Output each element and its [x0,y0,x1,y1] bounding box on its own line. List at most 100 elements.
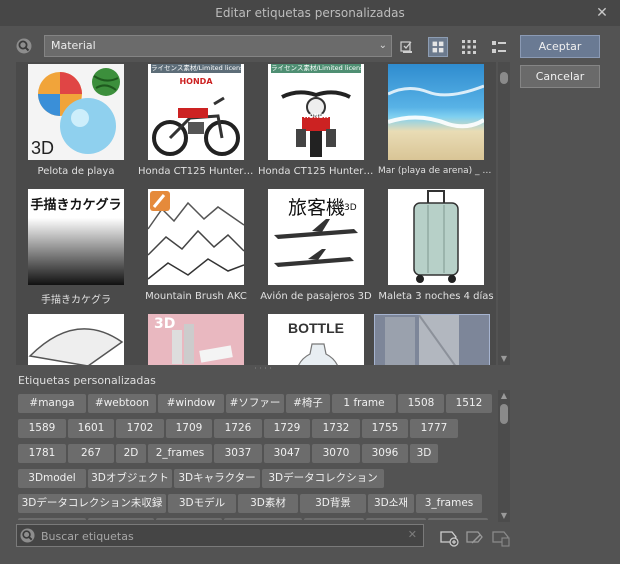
search-icon [20,528,35,543]
tag-item[interactable]: 1702 [116,419,164,438]
tag-item[interactable]: 2D [116,444,146,463]
tag-item[interactable]: 1777 [410,419,458,438]
tag-item[interactable]: 1508 [398,394,444,413]
tag-item[interactable]: 1589 [18,419,66,438]
material-item[interactable] [374,314,490,365]
tag-item[interactable]: 3Dデータコレクション [262,469,384,488]
tag-item[interactable]: 3096 [362,444,408,463]
scroll-up-icon[interactable]: ▲ [499,391,509,401]
edit-tag-icon[interactable] [464,527,486,547]
umbrella-thumbnail [28,314,124,365]
tag-item[interactable] [428,518,488,520]
close-icon[interactable]: ✕ [594,0,610,26]
tag-item[interactable]: 1709 [166,419,212,438]
tag-item[interactable]: 3Dモデル [168,494,236,513]
airplane-thumbnail: 旅客機 3D [268,189,364,285]
tag-item[interactable]: 3Dデータコレクション未収録 [18,494,166,513]
tag-item[interactable]: #椅子 [286,394,330,413]
clear-icon[interactable]: ✕ [408,528,417,541]
material-item[interactable]: 手描きカケグラ 手描きカケグラ [18,189,134,306]
material-label: Mountain Brush AKC [145,291,247,302]
tag-item[interactable]: 3Dオブジェクト [88,469,172,488]
tag-item[interactable]: #manga [18,394,86,413]
material-item[interactable]: ライセンス素材/Limited license HONDA Honda CT12… [258,64,374,177]
brand-name: HONDA [179,77,213,86]
tag-item[interactable]: 1781 [18,444,66,463]
material-item[interactable]: 旅客機 3D Avión de pasajeros 3D [258,189,374,302]
cancel-button[interactable]: Cancelar [520,65,600,88]
tag-item[interactable]: 1 frame [332,394,396,413]
tag-item[interactable]: 2_frames [148,444,212,463]
material-item[interactable]: Mountain Brush AKC [138,189,254,302]
tags-scrollbar[interactable]: ▲ ▼ [498,390,510,522]
material-item[interactable]: Mar (playa de arena) _ Medio [378,64,494,176]
material-item[interactable]: 3D Pelota de playa [18,64,134,177]
suitcase-thumbnail [388,189,484,285]
scrollbar-thumb[interactable] [500,404,508,424]
tag-search-input[interactable] [39,527,403,546]
add-tag-icon[interactable] [438,527,460,547]
material-label: Pelota de playa [37,166,115,177]
tag-item[interactable]: 1512 [446,394,492,413]
search-icon [16,38,32,54]
beach-ball-thumbnail: 3D [28,64,124,160]
material-item[interactable]: Maleta 3 noches 4 días [378,189,494,302]
tag-item[interactable]: 3Dmodel [18,469,86,488]
material-label: Honda CT125 Hunter Cub Red [138,166,254,177]
tag-search-box[interactable]: ✕ [16,524,424,547]
tag-item[interactable]: 3D素材 [238,494,298,513]
large-grid-view-icon[interactable] [428,37,448,57]
material-item[interactable] [18,314,134,365]
tag-item[interactable]: 3047 [264,444,310,463]
delete-tag-icon[interactable] [490,527,512,547]
window-title: Editar etiquetas personalizadas [215,6,405,20]
filter-dropdown[interactable]: Material ⌄ [44,35,392,57]
tag-item[interactable]: 3D소재 [368,494,414,513]
tag-item[interactable]: 3070 [312,444,360,463]
tag-item[interactable]: 3D [410,444,438,463]
motorcycle-red-thumbnail: ライセンス素材/Limited license HONDA [148,64,244,160]
material-grid[interactable]: 3D Pelota de playa ライセンス素材/Limited licen… [16,62,496,365]
mountain-brush-thumbnail [148,189,244,285]
tag-item[interactable] [366,518,426,520]
tag-item[interactable]: 1726 [214,419,262,438]
material-scrollbar[interactable]: ▼ [498,62,510,365]
3d-props-thumbnail: 3D [148,314,244,365]
scroll-down-icon[interactable]: ▼ [499,511,509,521]
tag-item[interactable]: 267 [68,444,114,463]
material-label: Honda CT125 Hunter Cub [258,166,374,177]
tag-item[interactable]: 1601 [68,419,114,438]
material-label: 手描きカケグラ [41,295,111,306]
tag-item[interactable]: 1755 [362,419,408,438]
tag-item[interactable]: #webtoon [88,394,156,413]
tag-item[interactable] [156,518,222,520]
tag-item[interactable]: #window [158,394,224,413]
accept-button[interactable]: Aceptar [520,35,600,58]
material-item[interactable]: 3D [138,314,254,365]
scrollbar-thumb[interactable] [500,72,508,84]
tag-item[interactable] [224,518,302,520]
tag-item[interactable]: 1732 [312,419,360,438]
art-text: 手描きカケグラ [30,198,122,213]
tag-item[interactable]: 3Dキャラクター [174,469,260,488]
tag-item[interactable]: 3_frames [416,494,482,513]
filter-selected: Material [51,39,96,52]
title-bar: Editar etiquetas personalizadas ✕ [0,0,620,26]
tag-item[interactable] [304,518,364,520]
tag-list[interactable]: #manga #webtoon #window #ソファー #椅子 1 fram… [16,390,498,520]
material-item[interactable]: ライセンス素材/Limited license HONDA Honda CT12… [138,64,254,177]
scroll-down-icon[interactable]: ▼ [499,354,509,364]
tags-section-title: Etiquetas personalizadas [18,374,156,387]
tag-select-icon[interactable] [397,37,417,57]
tag-item[interactable]: 1729 [264,419,310,438]
material-item[interactable]: BOTTLE [258,314,374,365]
panel-splitter[interactable]: · · · · [16,365,510,373]
tag-item[interactable] [18,518,86,520]
tag-item[interactable]: 3037 [214,444,262,463]
small-grid-view-icon[interactable] [459,37,479,57]
tag-item[interactable]: 3D背景 [300,494,366,513]
tag-item[interactable] [88,518,154,520]
tag-item[interactable]: #ソファー [226,394,284,413]
bottle-thumbnail: BOTTLE [268,314,364,365]
list-view-icon[interactable] [489,37,509,57]
